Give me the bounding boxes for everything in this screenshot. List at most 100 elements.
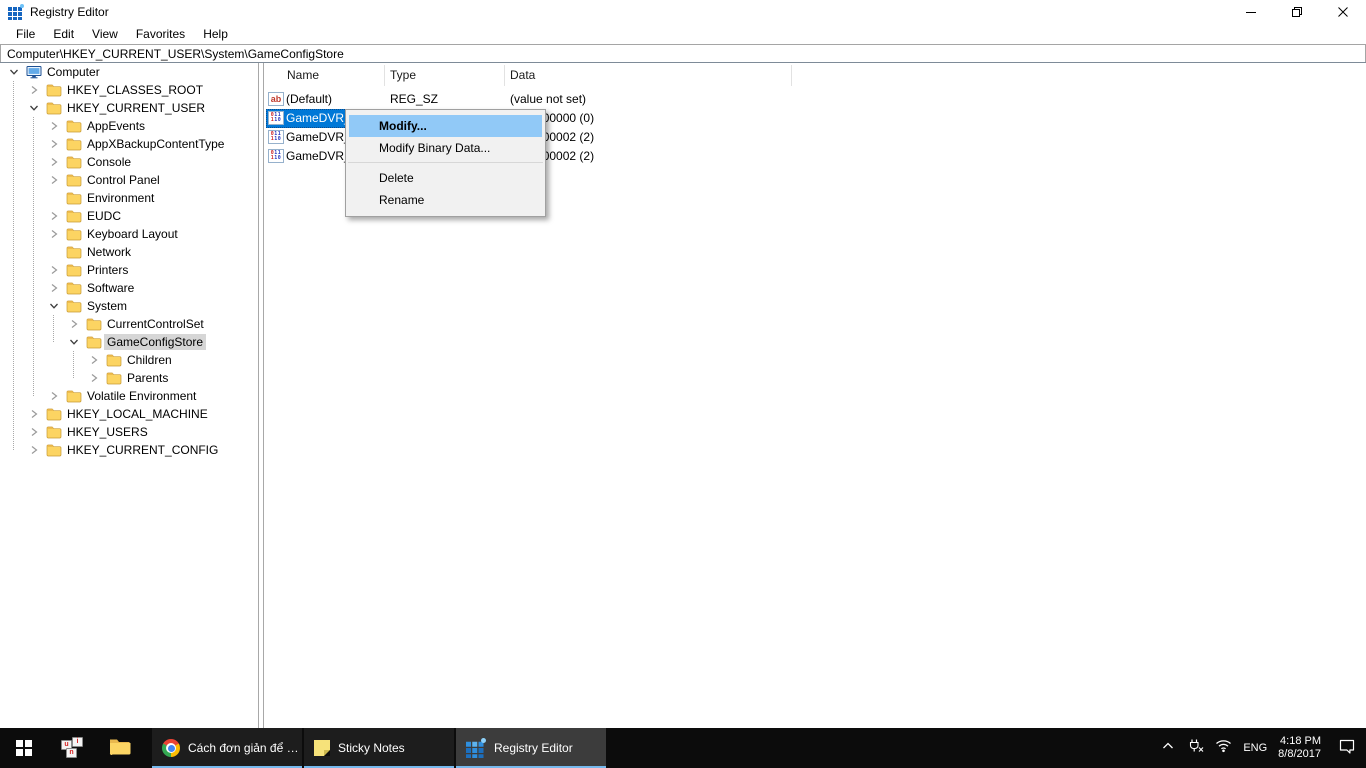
chevron-right-icon[interactable] (48, 174, 60, 186)
menu-help[interactable]: Help (194, 25, 237, 43)
chevron-right-icon[interactable] (88, 372, 100, 384)
taskbar-button-label: Sticky Notes (338, 741, 405, 755)
menu-edit[interactable]: Edit (44, 25, 83, 43)
column-header-data[interactable]: Data (510, 68, 535, 82)
tree-item-software[interactable]: Software (0, 279, 258, 297)
tree-item-parents[interactable]: Parents (0, 369, 258, 387)
context-menu-item-modify-binary-data[interactable]: Modify Binary Data... (349, 137, 542, 159)
tree-guide-line (33, 117, 34, 396)
tree-item-label: Printers (84, 262, 131, 278)
chevron-right-icon[interactable] (68, 318, 80, 330)
tree-item-printers[interactable]: Printers (0, 261, 258, 279)
tree-item-label: HKEY_CURRENT_USER (64, 100, 208, 116)
tree-item-label: CurrentControlSet (104, 316, 207, 332)
menu-file[interactable]: File (7, 25, 44, 43)
dword-value-icon: 011110 (268, 111, 284, 125)
chevron-right-icon[interactable] (48, 138, 60, 150)
tree-item-label: Network (84, 244, 134, 260)
chevron-right-icon[interactable] (88, 354, 100, 366)
folder-icon (86, 334, 102, 350)
tree-item-appevents[interactable]: AppEvents (0, 117, 258, 135)
tree-item-console[interactable]: Console (0, 153, 258, 171)
taskbar-button-sticky-notes[interactable]: Sticky Notes (304, 728, 454, 768)
values-header: Name Type Data (264, 63, 1366, 89)
taskbar-button-registry-editor[interactable]: Registry Editor (456, 728, 606, 768)
registry-editor-window: Registry Editor FileEditViewFavoritesHel… (0, 0, 1366, 728)
system-tray: ENG 4:18 PM 8/8/2017 (1160, 728, 1366, 768)
tree-item-label: HKEY_USERS (64, 424, 151, 440)
context-menu-item-rename[interactable]: Rename (349, 189, 542, 211)
chevron-right-icon[interactable] (48, 228, 60, 240)
value-name: GameDVR_ (286, 130, 351, 144)
chevron-right-icon[interactable] (48, 264, 60, 276)
tree-item-computer[interactable]: Computer (0, 63, 258, 81)
file-explorer-button[interactable] (96, 728, 144, 768)
menu-view[interactable]: View (83, 25, 127, 43)
tree-item-control-panel[interactable]: Control Panel (0, 171, 258, 189)
address-bar[interactable]: Computer\HKEY_CURRENT_USER\System\GameCo… (0, 44, 1366, 63)
unikey-button[interactable]: u i n (48, 728, 96, 768)
column-separator[interactable] (384, 65, 385, 86)
chevron-down-icon[interactable] (68, 336, 80, 348)
value-data: (value not set) (510, 92, 586, 106)
tree-item-environment[interactable]: Environment (0, 189, 258, 207)
tree-item-hkey-current-config[interactable]: HKEY_CURRENT_CONFIG (0, 441, 258, 459)
folder-icon (66, 118, 82, 134)
value-row-default[interactable]: ab(Default)REG_SZ(value not set) (264, 90, 1366, 109)
taskbar-button-c-ch-n-gi-n-g[interactable]: Cách đơn giản để g... (152, 728, 302, 768)
power-plug-icon[interactable] (1187, 738, 1204, 759)
chevron-right-icon[interactable] (28, 408, 40, 420)
value-name: GameDVR_ (286, 149, 351, 163)
tree-item-hkey-users[interactable]: HKEY_USERS (0, 423, 258, 441)
column-separator[interactable] (791, 65, 792, 86)
tree-item-system[interactable]: System (0, 297, 258, 315)
chevron-right-icon[interactable] (28, 84, 40, 96)
column-header-type[interactable]: Type (390, 68, 416, 82)
tree-item-hkey-classes-root[interactable]: HKEY_CLASSES_ROOT (0, 81, 258, 99)
chevron-right-icon[interactable] (28, 426, 40, 438)
tree-item-hkey-local-machine[interactable]: HKEY_LOCAL_MACHINE (0, 405, 258, 423)
column-separator[interactable] (504, 65, 505, 86)
tree-item-children[interactable]: Children (0, 351, 258, 369)
chevron-right-icon[interactable] (48, 210, 60, 222)
chevron-down-icon[interactable] (28, 102, 40, 114)
context-menu-item-delete[interactable]: Delete (349, 167, 542, 189)
chevron-right-icon[interactable] (48, 390, 60, 402)
language-indicator[interactable]: ENG (1243, 742, 1267, 754)
tree-item-label: Environment (84, 190, 157, 206)
tree-item-volatile-environment[interactable]: Volatile Environment (0, 387, 258, 405)
tree-item-currentcontrolset[interactable]: CurrentControlSet (0, 315, 258, 333)
wifi-icon[interactable] (1215, 738, 1232, 758)
clock[interactable]: 4:18 PM 8/8/2017 (1278, 735, 1321, 761)
tree-item-keyboard-layout[interactable]: Keyboard Layout (0, 225, 258, 243)
tray-chevron-up-icon[interactable] (1160, 739, 1176, 758)
chevron-down-icon[interactable] (8, 66, 20, 78)
tree-item-eudc[interactable]: EUDC (0, 207, 258, 225)
window-title: Registry Editor (30, 5, 109, 19)
folder-icon (66, 298, 82, 314)
action-center-icon[interactable] (1338, 738, 1356, 759)
close-button[interactable] (1320, 0, 1366, 24)
folder-icon (46, 424, 62, 440)
restore-button[interactable] (1274, 0, 1320, 24)
chevron-down-icon[interactable] (48, 300, 60, 312)
string-value-icon: ab (268, 92, 284, 106)
menu-favorites[interactable]: Favorites (127, 25, 194, 43)
tree-item-label: GameConfigStore (104, 334, 206, 350)
chevron-right-icon[interactable] (48, 120, 60, 132)
task-buttons: Cách đơn giản để g... Sticky Notes Registr… (152, 728, 606, 768)
folder-icon (66, 388, 82, 404)
tree-item-gameconfigstore[interactable]: GameConfigStore (0, 333, 258, 351)
minimize-button[interactable] (1228, 0, 1274, 24)
chevron-right-icon[interactable] (48, 282, 60, 294)
start-button[interactable] (0, 728, 48, 768)
tree-item-hkey-current-user[interactable]: HKEY_CURRENT_USER (0, 99, 258, 117)
tree-item-appxbackupcontenttype[interactable]: AppXBackupContentType (0, 135, 258, 153)
column-header-name[interactable]: Name (287, 68, 319, 82)
clock-time: 4:18 PM (1278, 735, 1321, 748)
context-menu-item-modify[interactable]: Modify... (349, 115, 542, 137)
chevron-right-icon[interactable] (48, 156, 60, 168)
tree-item-label: Parents (124, 370, 171, 386)
tree-item-network[interactable]: Network (0, 243, 258, 261)
chevron-right-icon[interactable] (28, 444, 40, 456)
